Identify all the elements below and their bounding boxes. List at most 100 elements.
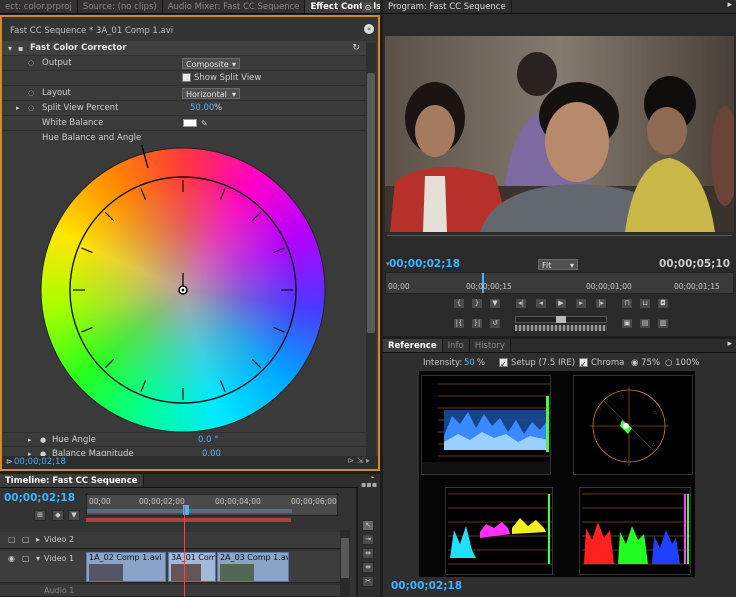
step-prev-icon[interactable]: ◂ (535, 298, 547, 309)
timeline-scrollbar[interactable] (340, 530, 350, 597)
tab-source[interactable]: Source: (no clips) (77, 0, 163, 13)
yc-waveform-scope (421, 375, 551, 475)
lift-icon[interactable]: ⊓ (621, 298, 633, 309)
fit-dropdown[interactable]: Fit (538, 259, 578, 271)
split-view-checkbox[interactable] (182, 73, 191, 82)
panel-menu-icon[interactable]: ▸ (727, 0, 732, 10)
ripple-edit-tool-icon[interactable]: ⇹ (362, 548, 374, 559)
rolling-edit-tool-icon[interactable]: ⇼ (362, 562, 374, 573)
expand-arrow-icon[interactable]: ▸ (28, 433, 32, 448)
hue-balance-label: Hue Balance and Angle (42, 133, 142, 143)
eyedropper-icon[interactable]: ✎ (201, 116, 208, 131)
sequence-marker-icon[interactable]: ▼ (68, 510, 80, 521)
timeline-ruler-label: 00;00 (89, 497, 111, 506)
program-video-frame (385, 36, 734, 232)
reference-timecode[interactable]: 00;00;02;18 (391, 580, 462, 592)
lock-icon[interactable]: ▢ (22, 554, 30, 563)
step-forward-icon[interactable]: |▸ (595, 298, 607, 309)
clip-2a-03[interactable]: 2A_03 Comp 1.avi (217, 552, 289, 582)
shuttle-slider[interactable] (515, 316, 607, 323)
radio-75[interactable]: ◉ 75% (631, 355, 660, 371)
color-wheel[interactable] (38, 145, 328, 435)
trim-icon[interactable]: ▥ (657, 318, 669, 329)
mark-in-icon[interactable]: { (453, 298, 465, 309)
tab-reference[interactable]: Reference (383, 339, 443, 352)
tab-audio-mixer[interactable]: Audio Mixer: Fast CC Sequence (162, 0, 306, 13)
output-dropdown[interactable]: Composite (182, 58, 240, 70)
split-view-row: Show Split View (2, 71, 366, 86)
eye-icon[interactable]: ▢ (8, 535, 16, 544)
ec-footer-buttons[interactable]: ⊳ ⇲ ▸ (347, 456, 370, 465)
timeline-ruler-label: 00;00;06;00 (291, 497, 337, 506)
svg-text:∴: ∴ (598, 406, 601, 412)
panel-menu-icon[interactable]: ▸ (727, 339, 732, 349)
mark-out-icon[interactable]: } (471, 298, 483, 309)
clip-3a-01[interactable]: 3A_01 Comp (168, 552, 216, 582)
step-back-icon[interactable]: ◂| (515, 298, 527, 309)
timeline-playhead[interactable] (184, 506, 185, 597)
svg-text:∴: ∴ (624, 456, 627, 462)
lock-icon[interactable]: ▢ (22, 535, 30, 544)
go-to-out-icon[interactable]: }| (471, 318, 483, 329)
timeline-ruler-label: 00;00;04;00 (215, 497, 261, 506)
work-area-bar[interactable] (87, 509, 292, 513)
program-ruler-label: 00;00;01;00 (586, 282, 632, 291)
shuttle-thumb[interactable] (556, 316, 566, 323)
tab-timeline[interactable]: Timeline: Fast CC Sequence (0, 474, 144, 487)
expand-arrow-icon[interactable]: ▾ (36, 554, 40, 563)
timeline-scrollbar-thumb[interactable] (341, 538, 349, 578)
tab-program[interactable]: Program: Fast CC Sequence (383, 0, 512, 13)
tab-info[interactable]: Info (442, 339, 470, 352)
svg-text:∴: ∴ (652, 442, 655, 448)
tab-project[interactable]: ect: color.prproj (0, 0, 78, 13)
effect-row[interactable]: ▾ ▪ Fast Color Corrector ↻ (2, 41, 366, 56)
program-time-ruler[interactable]: 00;00 00;00;00;15 00;00;01;00 00;00;01;1… (385, 272, 734, 294)
ec-scrollbar-thumb[interactable] (367, 73, 375, 333)
output-icon[interactable]: ▤ (639, 318, 651, 329)
clip-1a-02[interactable]: 1A_02 Comp 1.avi (86, 552, 166, 582)
tab-history[interactable]: History (469, 339, 511, 352)
expand-arrow-icon[interactable]: ▸ (16, 101, 20, 116)
intensity-value[interactable]: 50 (464, 355, 475, 371)
expand-arrow-icon[interactable]: ▸ (36, 535, 40, 544)
timeline-timecode[interactable]: 00;00;02;18 (4, 492, 75, 504)
ec-collapse-icon[interactable]: « (364, 24, 374, 34)
reset-icon[interactable]: ↻ (352, 41, 360, 56)
selection-tool-icon[interactable]: ↖ (362, 520, 374, 531)
video1-label: Video 1 (44, 554, 75, 563)
setup-checkbox[interactable] (499, 357, 508, 373)
split-view-label: Show Split View (194, 73, 262, 83)
marker-icon[interactable]: ▼ (489, 298, 501, 309)
set-marker-icon[interactable]: ◆ (52, 510, 64, 521)
razor-tool-icon[interactable]: ✂ (362, 576, 374, 587)
radio-75-label: 75% (641, 358, 661, 368)
radio-100[interactable]: ○ 100% (665, 355, 699, 371)
layout-dropdown[interactable]: Horizontal (182, 88, 240, 100)
hue-angle-value[interactable]: 0.0 ° (198, 433, 218, 448)
ec-scrollbar[interactable] (366, 43, 376, 457)
snap-icon[interactable]: ⊞ (34, 510, 46, 521)
split-percent-value[interactable]: 50.00 (190, 101, 214, 116)
eye-icon[interactable]: ◉ (8, 554, 15, 563)
fx-icon: ▪ (18, 44, 24, 53)
panel-menu-icon[interactable]: ⊙ (362, 2, 374, 13)
audio1-label: Audio 1 (44, 586, 75, 595)
chroma-checkbox[interactable] (579, 357, 588, 373)
extract-icon[interactable]: ⊔ (639, 298, 651, 309)
program-duration: 00;00;05;10 (658, 258, 730, 270)
jog-wheel[interactable] (515, 325, 607, 331)
program-ruler-label: 00;00;00;15 (466, 282, 512, 291)
go-to-in-icon[interactable]: |{ (453, 318, 465, 329)
export-frame-icon[interactable]: ◘ (657, 298, 669, 309)
expand-arrow-icon[interactable]: ▾ (8, 41, 12, 56)
white-balance-swatch[interactable] (183, 119, 197, 127)
setup-label: Setup (7.5 IRE) (511, 358, 576, 368)
track-select-tool-icon[interactable]: ⇥ (362, 534, 374, 545)
safe-margins-icon[interactable]: ▣ (621, 318, 633, 329)
loop-icon[interactable]: ↺ (489, 318, 501, 329)
program-timecode[interactable]: 00;00;02;18 (389, 258, 460, 270)
play-icon[interactable]: ▶ (555, 298, 567, 309)
timeline-ruler[interactable]: 00;00 00;00;02;00 00;00;04;00 00;00;06;0… (86, 494, 338, 516)
step-next-icon[interactable]: ▸ (575, 298, 587, 309)
ec-timecode[interactable]: 00;00;02;18 (14, 457, 66, 467)
